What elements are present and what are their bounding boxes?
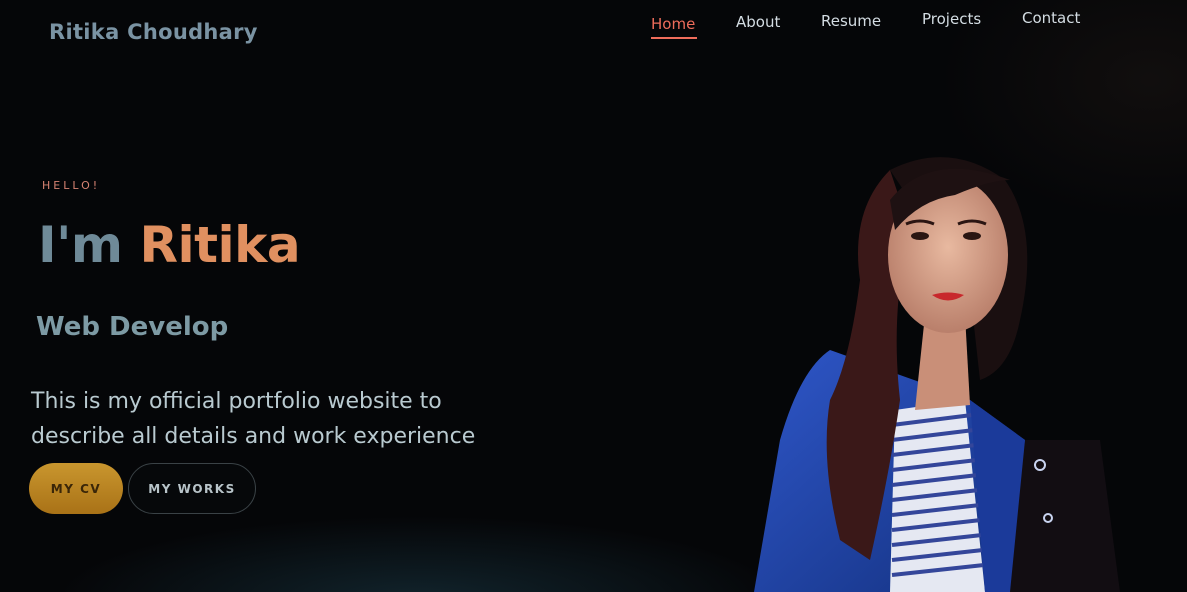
headline-name: Ritika (139, 216, 301, 274)
hero-role: Web Develop (36, 312, 229, 342)
nav-home[interactable]: Home (651, 15, 695, 33)
portrait-image (754, 157, 1120, 592)
my-cv-button[interactable]: MY CV (29, 463, 123, 514)
nav-active-indicator (651, 37, 697, 39)
my-works-button[interactable]: MY WORKS (128, 463, 256, 514)
main-nav: Home About Resume Projects Contact (0, 9, 1187, 50)
nav-contact[interactable]: Contact (1022, 9, 1080, 27)
nav-resume[interactable]: Resume (821, 12, 881, 30)
headline-prefix: I'm (38, 216, 123, 274)
nav-projects[interactable]: Projects (922, 10, 981, 28)
hero-headline: I'm Ritika (38, 216, 301, 274)
hero-description: This is my official portfolio website to… (31, 389, 476, 449)
hero-greeting: HELLO! (42, 179, 101, 192)
nav-about[interactable]: About (736, 13, 780, 31)
